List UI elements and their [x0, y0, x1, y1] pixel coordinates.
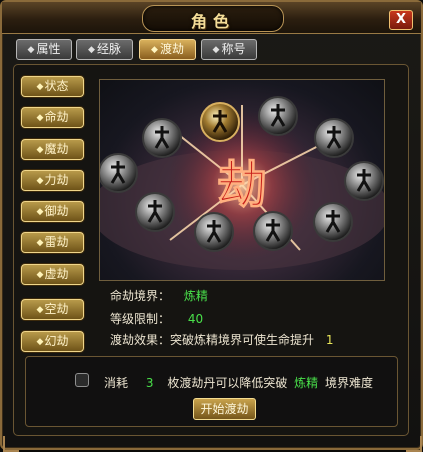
consume-line: 消耗 3 枚渡劫丹可以降低突破 炼精 境界难度: [104, 374, 373, 391]
effect-value: 1: [325, 333, 334, 347]
side-item-status[interactable]: ◆状态: [21, 76, 84, 97]
level-line: 等级限制： 40: [110, 310, 203, 327]
marker-icon: ◆: [36, 207, 44, 217]
side-item-label: 虚劫: [44, 267, 69, 281]
window-title: 角色: [190, 12, 235, 31]
realm-line: 命劫境界： 炼精: [110, 287, 208, 304]
figure-orb[interactable]: [258, 96, 298, 136]
side-item-label: 幻劫: [44, 334, 69, 348]
side-item-lei[interactable]: ◆雷劫: [21, 232, 84, 253]
realm-label: 命劫境界：: [110, 289, 171, 303]
marker-icon: ◆: [36, 176, 44, 186]
consume-realm: 炼精: [294, 376, 319, 390]
close-button[interactable]: X: [389, 10, 413, 30]
tab-label: 渡劫: [159, 42, 184, 56]
side-item-label: 雷劫: [44, 235, 69, 249]
level-value: 40: [187, 312, 204, 326]
start-tribulation-button[interactable]: 开始渡劫: [193, 398, 256, 420]
consume-count: 3: [145, 376, 154, 390]
figure-orb[interactable]: [100, 153, 138, 193]
figure-orb[interactable]: [200, 102, 240, 142]
figure-orb[interactable]: [344, 161, 384, 201]
figure-orb[interactable]: [314, 118, 354, 158]
tab-attributes[interactable]: ◆ 属性: [16, 39, 72, 60]
marker-icon: ◆: [36, 145, 44, 155]
side-item-kong[interactable]: ◆空劫: [21, 299, 84, 320]
marker-icon: ◆: [36, 113, 44, 123]
side-item-li[interactable]: ◆力劫: [21, 170, 84, 191]
marker-icon: ◆: [36, 305, 44, 315]
tab-label: 经脉: [96, 42, 121, 56]
marker-icon: ◆: [36, 337, 44, 347]
effect-line: 渡劫效果：突破炼精境界可使生命提升 1: [110, 331, 333, 348]
side-item-label: 命劫: [44, 110, 69, 124]
side-item-huan[interactable]: ◆幻劫: [21, 331, 84, 352]
tribulation-scene: 劫: [99, 79, 385, 281]
tab-label: 称号: [221, 42, 246, 56]
side-item-label: 魔劫: [44, 142, 69, 156]
consume-suffix: 境界难度: [325, 376, 374, 390]
tab-label: 属性: [36, 42, 61, 56]
figure-orb[interactable]: [142, 118, 182, 158]
side-item-label: 空劫: [44, 302, 69, 316]
tab-marker-icon: ◆: [88, 45, 95, 55]
marker-icon: ◆: [36, 270, 44, 280]
figure-orb[interactable]: [313, 202, 353, 242]
figure-orb[interactable]: [135, 192, 175, 232]
figure-orb[interactable]: [253, 211, 293, 251]
tab-marker-icon: ◆: [27, 45, 35, 55]
side-item-label: 御劫: [44, 204, 69, 218]
level-label: 等级限制：: [110, 312, 171, 326]
side-item-xu[interactable]: ◆虚劫: [21, 264, 84, 285]
side-item-yu[interactable]: ◆御劫: [21, 201, 84, 222]
side-item-mo[interactable]: ◆魔劫: [21, 139, 84, 160]
side-item-ming[interactable]: ◆命劫: [21, 107, 84, 128]
realm-value: 炼精: [183, 289, 208, 303]
side-item-label: 力劫: [44, 173, 69, 187]
consume-prefix: 消耗: [104, 376, 129, 390]
consume-middle: 枚渡劫丹可以降低突破: [167, 376, 288, 390]
effect-label: 渡劫效果：突破炼精境界可使生命提升: [110, 333, 315, 347]
title-plate: 角色: [142, 5, 284, 32]
side-item-label: 状态: [44, 79, 69, 93]
title-bar[interactable]: 角色 X: [2, 2, 421, 34]
marker-icon: ◆: [36, 82, 44, 92]
tab-titles[interactable]: ◆ 称号: [201, 39, 257, 60]
tribulation-art: 劫: [100, 96, 384, 270]
tab-tribulation[interactable]: ◆ 渡劫: [139, 39, 196, 60]
tab-marker-icon: ◆: [151, 45, 158, 55]
use-pill-checkbox[interactable]: [75, 373, 89, 387]
scene-center-glyph: 劫: [217, 155, 267, 214]
tab-meridians[interactable]: ◆ 经脉: [76, 39, 133, 60]
tab-marker-icon: ◆: [212, 45, 220, 55]
marker-icon: ◆: [36, 238, 44, 248]
figure-orb[interactable]: [194, 212, 234, 252]
